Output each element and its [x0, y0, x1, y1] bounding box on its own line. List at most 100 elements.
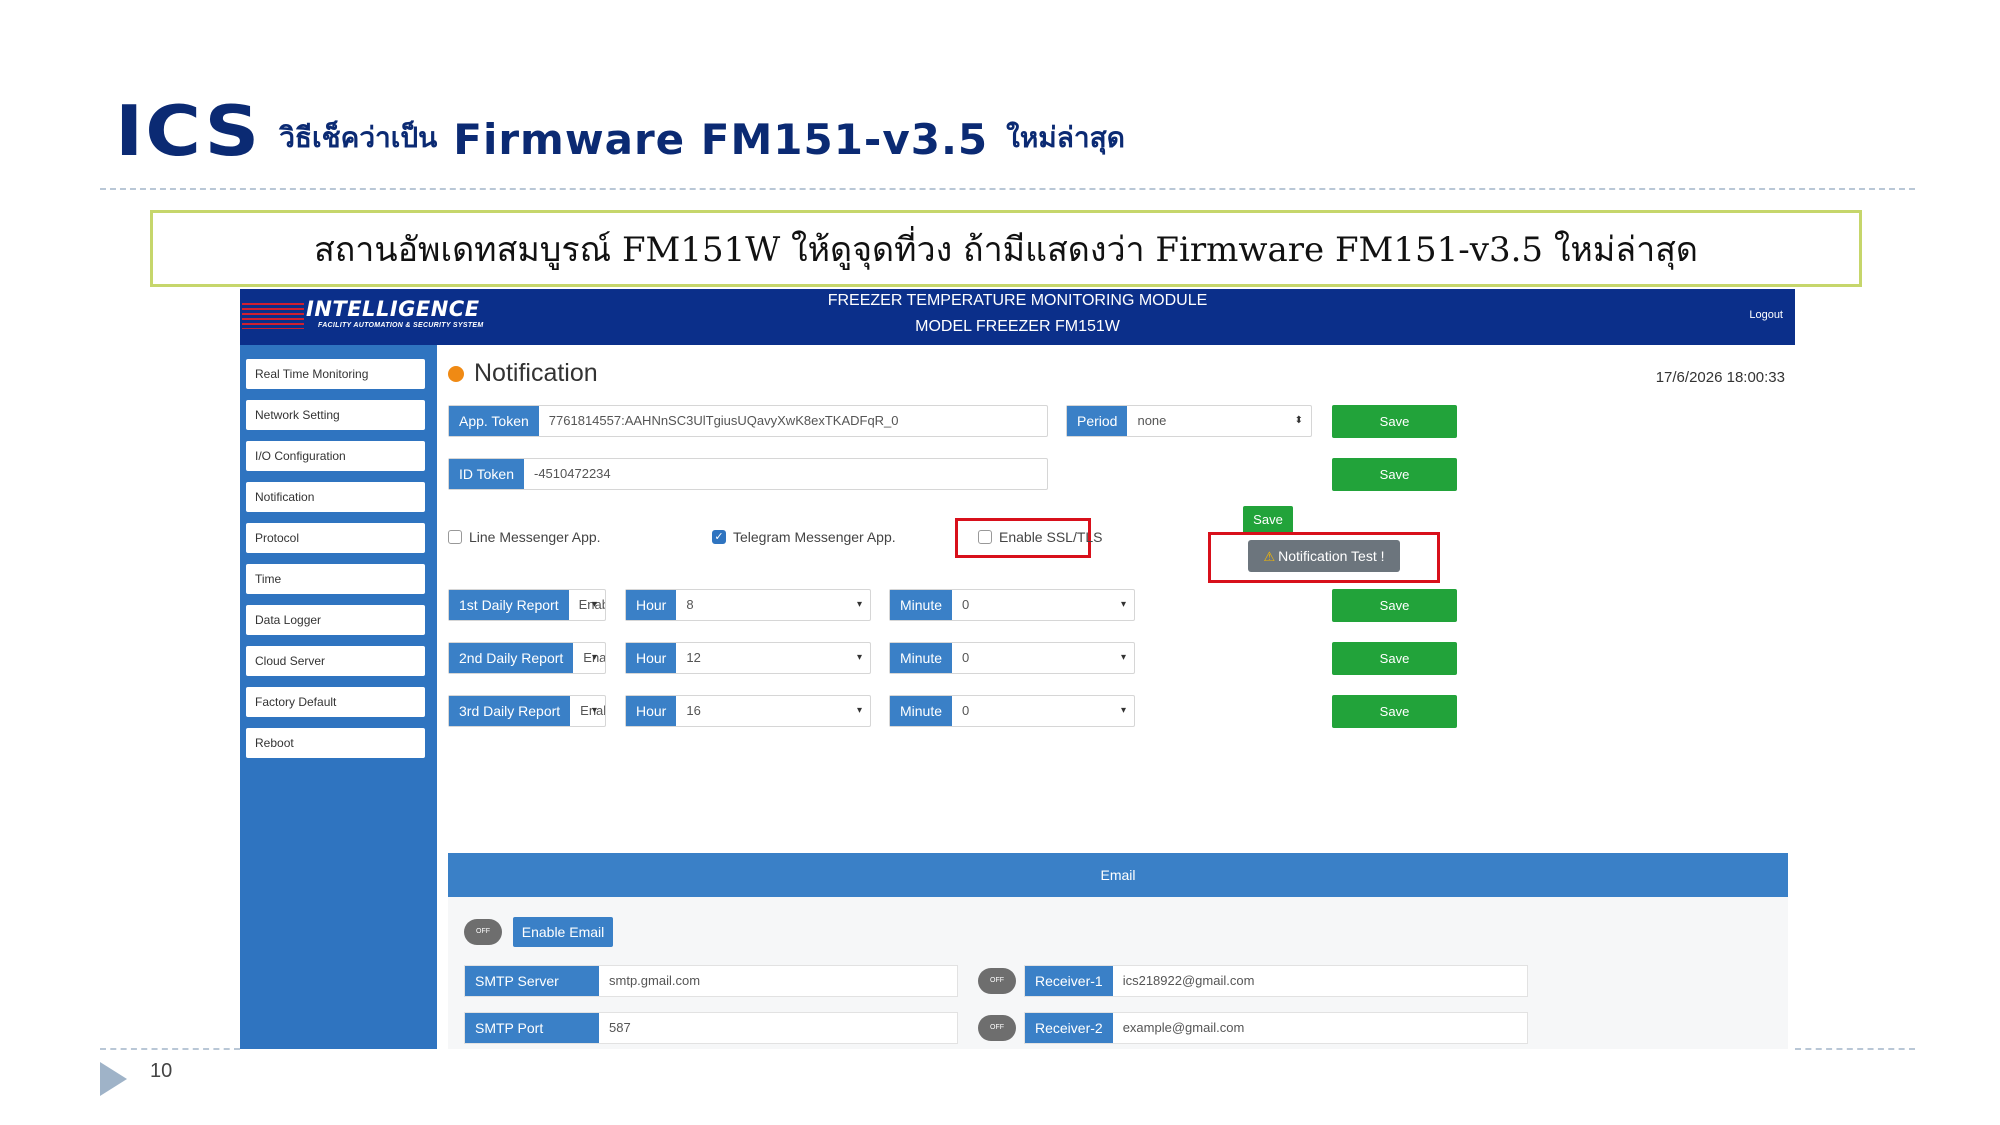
line-messenger-label: Line Messenger App.: [469, 529, 601, 545]
chevron-down-icon: ▾: [856, 652, 862, 663]
daily-report-2-select[interactable]: Enable▾: [573, 643, 605, 673]
receiver-1-label: Receiver-1: [1025, 966, 1113, 996]
daily-report-2-group: 2nd Daily Report Enable▾: [448, 642, 606, 674]
hour-2-label: Hour: [626, 643, 677, 673]
enable-ssl-label: Enable SSL/TLS: [999, 529, 1103, 545]
smtp-server-label: SMTP Server: [465, 966, 599, 996]
checkbox-checked-icon: ✓: [712, 530, 726, 544]
daily-report-2-label: 2nd Daily Report: [449, 643, 574, 673]
receiver-2-input[interactable]: example@gmail.com: [1113, 1013, 1527, 1043]
enable-ssl-checkbox[interactable]: Enable SSL/TLS: [978, 529, 1103, 545]
caption-box: สถานอัพเดทสมบูรณ์ FM151W ให้ดูจุดที่วง ถ…: [150, 210, 1862, 287]
page-number: 10: [150, 1060, 173, 1082]
period-label: Period: [1067, 406, 1128, 436]
footer-divider-right: [1795, 1048, 1915, 1050]
chevron-down-icon: ▾: [856, 599, 862, 610]
minute-2-select[interactable]: 0 ▾: [952, 643, 1134, 673]
receiver-1-toggle[interactable]: OFF: [978, 968, 1016, 994]
notification-test-button[interactable]: ⚠ Notification Test !: [1248, 540, 1400, 572]
minute-3-value: 0: [962, 703, 970, 718]
save-id-token-button[interactable]: Save: [1332, 458, 1457, 491]
chevron-down-icon: ▾: [591, 652, 597, 663]
app-token-label: App. Token: [449, 406, 539, 436]
device-web-ui: INTELLIGENCE FACILITY AUTOMATION & SECUR…: [240, 289, 1795, 1049]
status-dot-icon: [448, 365, 464, 382]
sidebar-item-cloud-server[interactable]: Cloud Server: [246, 646, 425, 676]
page-title: Notification: [474, 359, 598, 387]
sidebar-item-network-setting[interactable]: Network Setting: [246, 400, 425, 430]
email-toggle[interactable]: OFF: [464, 919, 502, 945]
app-token-group: App. Token 7761814557:AAHNnSC3UlTgiusUQa…: [448, 405, 1048, 437]
save-report-3-button[interactable]: Save: [1332, 695, 1457, 728]
minute-2-value: 0: [962, 650, 970, 665]
checkbox-unchecked-icon: [448, 530, 462, 544]
daily-report-3-select[interactable]: Enable▾: [570, 696, 605, 726]
hour-1-value: 8: [686, 597, 694, 612]
smtp-port-input[interactable]: 587: [599, 1013, 957, 1043]
minute-3-group: Minute 0 ▾: [889, 695, 1135, 727]
save-app-token-button[interactable]: Save: [1332, 405, 1457, 438]
sidebar-item-factory-default[interactable]: Factory Default: [246, 687, 425, 717]
receiver-2-toggle[interactable]: OFF: [978, 1015, 1016, 1041]
id-token-input[interactable]: -4510472234: [524, 459, 1047, 489]
minute-3-select[interactable]: 0 ▾: [952, 696, 1134, 726]
title-prefix: วิธีเช็คว่าเป็น: [279, 121, 438, 154]
smtp-port-label: SMTP Port: [465, 1013, 599, 1043]
telegram-messenger-label: Telegram Messenger App.: [733, 529, 896, 545]
footer-divider-left: [100, 1048, 240, 1050]
checkbox-unchecked-icon: [978, 530, 992, 544]
current-datetime: 17/6/2026 18:00:33: [1655, 369, 1785, 386]
save-report-2-button[interactable]: Save: [1332, 642, 1457, 675]
play-arrow-icon: [100, 1062, 127, 1096]
app-title-line2: MODEL FREEZER FM151W: [915, 318, 1120, 335]
daily-report-3-group: 3rd Daily Report Enable▾: [448, 695, 606, 727]
chevron-down-icon: ▾: [591, 599, 597, 610]
header-divider: [100, 188, 1915, 190]
period-select[interactable]: none ⬍: [1127, 406, 1311, 436]
sidebar-item-io-configuration[interactable]: I/O Configuration: [246, 441, 425, 471]
daily-report-1-group: 1st Daily Report Enable▾: [448, 589, 606, 621]
minute-2-label: Minute: [890, 643, 953, 673]
sidebar-item-notification[interactable]: Notification: [246, 482, 425, 512]
chevron-down-icon: ▾: [1120, 705, 1126, 716]
telegram-messenger-checkbox[interactable]: ✓ Telegram Messenger App.: [712, 529, 896, 545]
notification-test-label: Notification Test !: [1278, 548, 1385, 564]
email-section-header: Email: [448, 853, 1788, 897]
save-messenger-button[interactable]: Save: [1243, 506, 1293, 534]
receiver-2-label: Receiver-2: [1025, 1013, 1113, 1043]
chevron-down-icon: ▾: [1120, 652, 1126, 663]
ics-logo: ICS: [115, 89, 262, 172]
sidebar-item-protocol[interactable]: Protocol: [246, 523, 425, 553]
hour-1-group: Hour 8 ▾: [625, 589, 871, 621]
minute-2-group: Minute 0 ▾: [889, 642, 1135, 674]
sidebar-item-real-time-monitoring[interactable]: Real Time Monitoring: [246, 359, 425, 389]
hour-1-select[interactable]: 8 ▾: [676, 590, 870, 620]
smtp-server-group: SMTP Server smtp.gmail.com: [464, 965, 958, 997]
hour-1-label: Hour: [626, 590, 677, 620]
id-token-label: ID Token: [449, 459, 524, 489]
logout-link[interactable]: Logout: [1749, 309, 1783, 321]
daily-report-3-label: 3rd Daily Report: [449, 696, 571, 726]
daily-report-1-select[interactable]: Enable▾: [569, 590, 605, 620]
minute-1-select[interactable]: 0 ▾: [952, 590, 1134, 620]
sidebar-item-data-logger[interactable]: Data Logger: [246, 605, 425, 635]
line-messenger-checkbox[interactable]: Line Messenger App.: [448, 529, 601, 545]
main-content: Notification 17/6/2026 18:00:33 App. Tok…: [437, 345, 1795, 1049]
save-report-1-button[interactable]: Save: [1332, 589, 1457, 622]
enable-email-button[interactable]: Enable Email: [513, 917, 613, 947]
caption-text: สถานอัพเดทสมบูรณ์ FM151W ให้ดูจุดที่วง ถ…: [313, 229, 1699, 270]
app-token-input[interactable]: 7761814557:AAHNnSC3UlTgiusUQavyXwK8exTKA…: [539, 406, 1047, 436]
sidebar-item-time[interactable]: Time: [246, 564, 425, 594]
sidebar-item-reboot[interactable]: Reboot: [246, 728, 425, 758]
id-token-group: ID Token -4510472234: [448, 458, 1048, 490]
slide-title: ICS วิธีเช็คว่าเป็น Firmware FM151-v3.5 …: [115, 86, 1125, 166]
smtp-server-input[interactable]: smtp.gmail.com: [599, 966, 957, 996]
email-panel: OFF Enable Email SMTP Server smtp.gmail.…: [448, 897, 1788, 1049]
hour-2-select[interactable]: 12 ▾: [676, 643, 870, 673]
hour-2-value: 12: [686, 650, 701, 665]
hour-3-label: Hour: [626, 696, 677, 726]
hour-3-select[interactable]: 16 ▾: [676, 696, 870, 726]
receiver-1-input[interactable]: ics218922@gmail.com: [1113, 966, 1527, 996]
minute-1-group: Minute 0 ▾: [889, 589, 1135, 621]
warning-icon: ⚠: [1263, 549, 1276, 564]
